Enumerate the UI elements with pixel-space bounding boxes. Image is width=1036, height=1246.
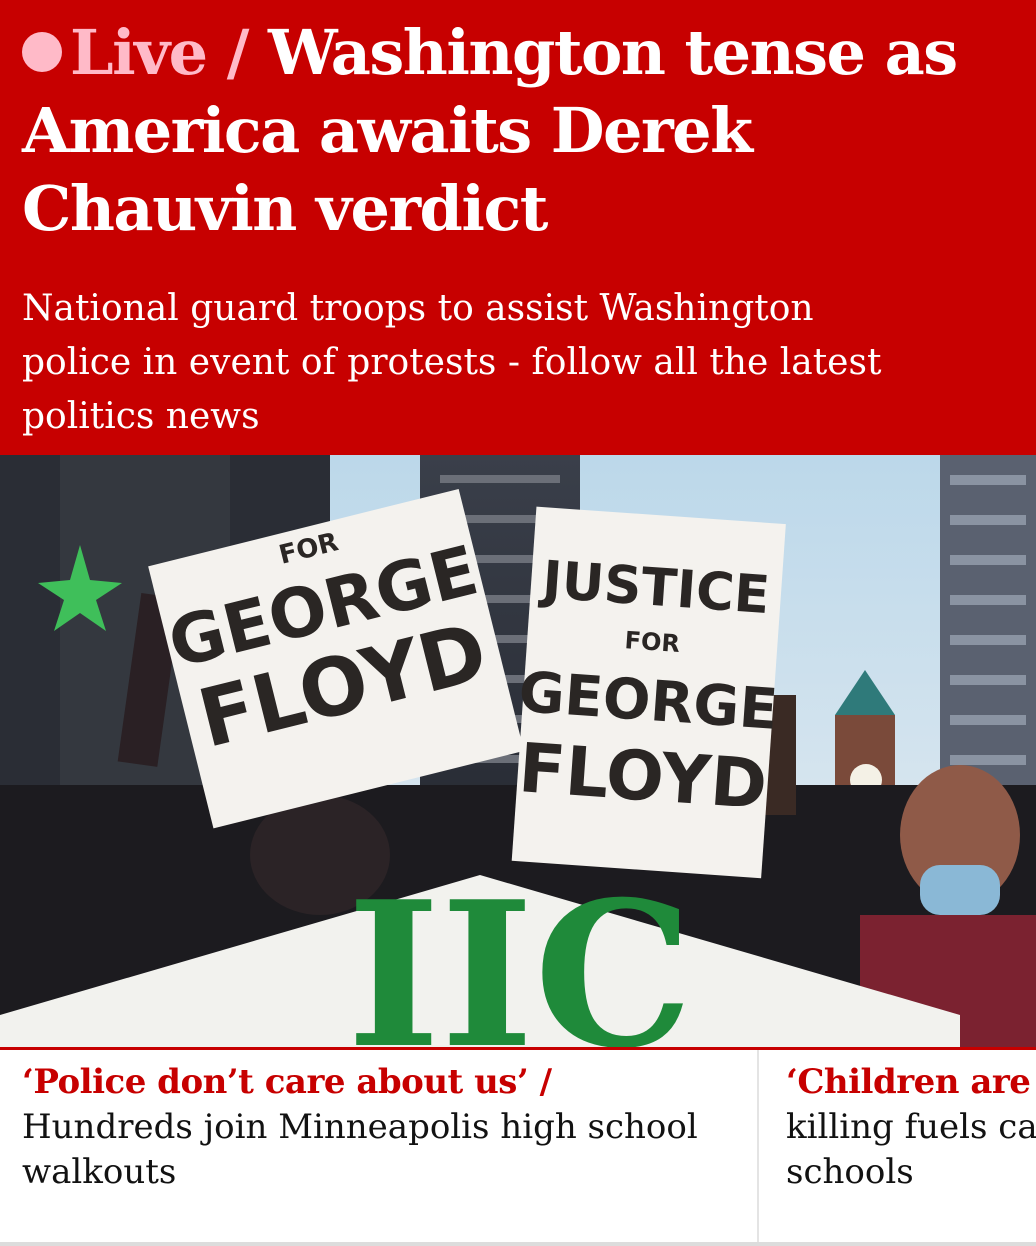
card-kicker: ‘Children are d [786, 1062, 1036, 1102]
standfirst: National guard troops to assist Washingt… [22, 288, 882, 437]
story-card-police-walkouts[interactable]: ‘Police don’t care about us’ / Hundreds … [22, 1060, 722, 1195]
card-separator-line [757, 1050, 759, 1246]
protest-photo[interactable]: FOR GEORGE FLOYD JUSTICE FOR GEORGE FLOY… [0, 455, 1036, 1047]
banner-letters: IIC [347, 858, 693, 1047]
card-separator: / [528, 1062, 552, 1102]
story-card-children[interactable]: ‘Children are d killing fuels cal school… [786, 1060, 1036, 1195]
live-hero[interactable]: Live / Washington tense as America await… [0, 0, 1036, 455]
headline[interactable]: Live / Washington tense as America await… [22, 14, 1012, 248]
sign-right-line2: FOR [624, 626, 681, 658]
kicker-separator: / [206, 16, 268, 89]
live-indicator-icon [22, 32, 62, 72]
red-divider [0, 1047, 1036, 1050]
card-title-line: killing fuels cal [786, 1107, 1036, 1147]
card-title-line: schools [786, 1152, 914, 1192]
protest-photo-illustration: FOR GEORGE FLOYD JUSTICE FOR GEORGE FLOY… [0, 455, 1036, 1047]
card-title: Hundreds join Minneapolis high school wa… [22, 1107, 698, 1192]
card-kicker: ‘Police don’t care about us’ [22, 1062, 529, 1102]
bottom-rule [0, 1242, 1036, 1246]
live-kicker: Live [70, 16, 208, 89]
